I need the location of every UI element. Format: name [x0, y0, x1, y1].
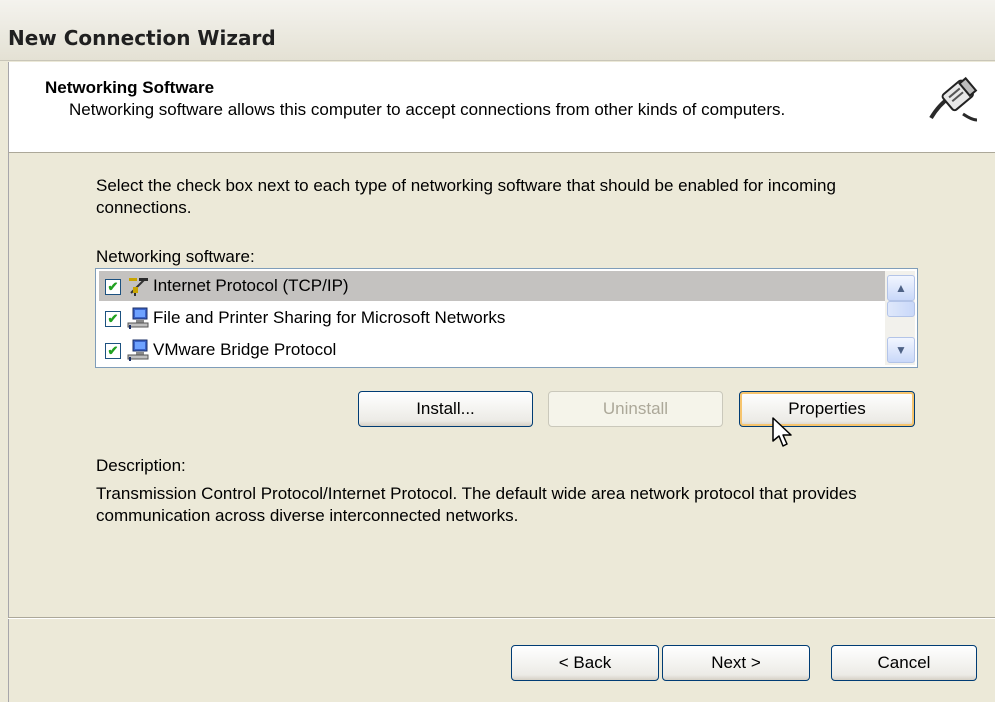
window-titlebar[interactable]: New Connection Wizard: [0, 0, 995, 61]
networking-software-list[interactable]: ✔ Internet Protocol (TCP/IP) ✔ File and …: [95, 268, 918, 368]
back-button[interactable]: < Back: [511, 645, 659, 681]
mouse-pointer-icon: [772, 417, 794, 451]
computer-network-icon: [127, 307, 149, 329]
computer-network-icon: [127, 339, 149, 361]
install-button[interactable]: Install...: [358, 391, 533, 427]
list-item-label: VMware Bridge Protocol: [153, 340, 337, 359]
chevron-up-icon: ▲: [895, 281, 907, 295]
network-cable-icon: [923, 68, 981, 136]
header-title: Networking Software: [45, 78, 215, 97]
scroll-down-button[interactable]: ▼: [887, 337, 915, 363]
wizard-body: [8, 153, 995, 702]
next-button[interactable]: Next >: [662, 645, 810, 681]
list-item-label: File and Printer Sharing for Microsoft N…: [153, 308, 506, 327]
list-item-file-printer-sharing[interactable]: ✔ File and Printer Sharing for Microsoft…: [99, 303, 886, 333]
protocol-icon: [127, 275, 149, 297]
footer-divider: [8, 617, 995, 619]
list-item-tcpip[interactable]: ✔ Internet Protocol (TCP/IP): [99, 271, 886, 301]
description-label: Description:: [96, 456, 186, 475]
description-text: Transmission Control Protocol/Internet P…: [96, 484, 857, 525]
checkbox-file-printer-sharing[interactable]: ✔: [105, 311, 121, 327]
checkbox-tcpip[interactable]: ✔: [105, 279, 121, 295]
networking-software-label: Networking software:: [96, 247, 255, 266]
window-title: New Connection Wizard: [8, 26, 276, 50]
scrollbar-thumb[interactable]: [887, 301, 915, 317]
list-item-vmware-bridge[interactable]: ✔ VMware Bridge Protocol: [99, 335, 886, 365]
properties-button[interactable]: Properties: [739, 391, 915, 427]
cancel-button[interactable]: Cancel: [831, 645, 977, 681]
list-item-label: Internet Protocol (TCP/IP): [153, 276, 349, 295]
chevron-down-icon: ▼: [895, 343, 907, 357]
header-description: Networking software allows this computer…: [69, 100, 786, 119]
instructions-text: Select the check box next to each type o…: [96, 176, 836, 217]
checkbox-vmware-bridge[interactable]: ✔: [105, 343, 121, 359]
list-scrollbar[interactable]: ▲ ▼: [885, 271, 915, 365]
scroll-up-button[interactable]: ▲: [887, 275, 915, 301]
wizard-header: Networking Software Networking software …: [8, 62, 995, 153]
uninstall-button[interactable]: Uninstall: [548, 391, 723, 427]
